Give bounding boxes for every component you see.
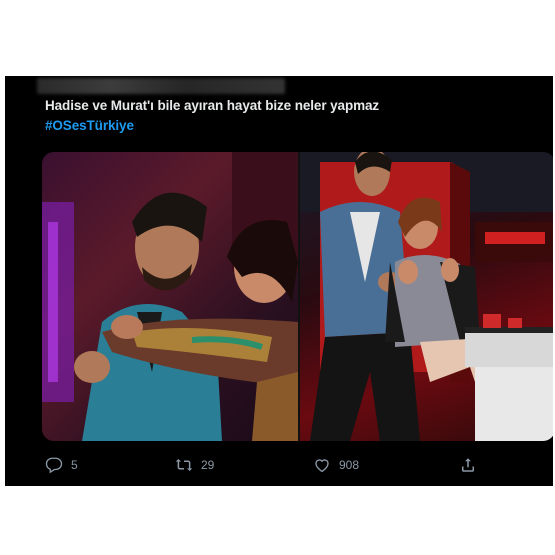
- hashtag-link[interactable]: #OSesTürkiye: [45, 116, 379, 136]
- photo-right[interactable]: [300, 152, 553, 441]
- reply-count: 5: [71, 458, 78, 472]
- tweet-card[interactable]: Hadise ve Murat'ı bile ayıran hayat bize…: [5, 76, 553, 486]
- share-icon: [462, 458, 474, 472]
- like-button[interactable]: 908: [313, 454, 359, 476]
- like-count: 908: [339, 458, 360, 472]
- photo-left[interactable]: [42, 152, 298, 441]
- tweet-media[interactable]: [42, 152, 553, 441]
- reply-icon: [45, 457, 63, 474]
- share-button[interactable]: [459, 454, 485, 476]
- tweet-actions: 5 29 908: [45, 454, 485, 476]
- retweet-count: 29: [201, 458, 215, 472]
- retweet-button[interactable]: 29: [175, 454, 214, 476]
- retweet-icon: [175, 459, 193, 471]
- tweet-text-line: Hadise ve Murat'ı bile ayıran hayat bize…: [45, 98, 380, 113]
- blurred-author-header: [37, 78, 285, 94]
- tweet-text: Hadise ve Murat'ı bile ayıran hayat bize…: [45, 96, 379, 136]
- like-icon: [315, 459, 329, 473]
- reply-button[interactable]: 5: [45, 454, 78, 476]
